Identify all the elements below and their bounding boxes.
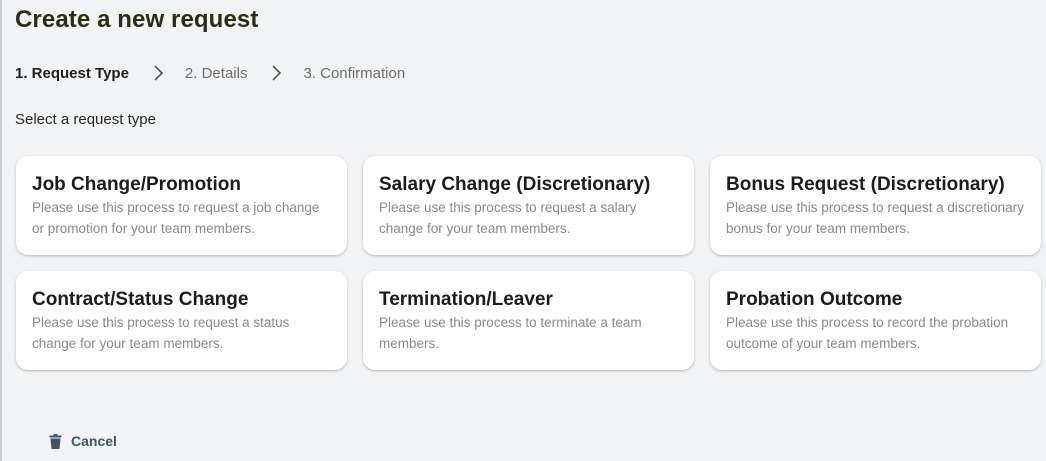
request-card-title: Probation Outcome [726, 289, 903, 310]
request-card-description: Please use this process to request a sta… [32, 315, 290, 351]
request-card-bonus-request[interactable]: Bonus Request (Discretionary) Please use… [710, 156, 1041, 255]
request-card-title: Termination/Leaver [379, 289, 553, 310]
request-card-description: Please use this process to record the pr… [726, 315, 1009, 351]
cancel-label: Cancel [71, 433, 117, 449]
step-request-type: 1. Request Type [15, 64, 129, 82]
cancel-button[interactable]: Cancel [49, 433, 117, 449]
request-card-title: Bonus Request (Discretionary) [726, 174, 1005, 195]
page-title: Create a new request [15, 6, 259, 33]
request-card-description: Please use this process to terminate a t… [379, 315, 642, 351]
request-card-title: Salary Change (Discretionary) [379, 174, 651, 195]
chevron-right-icon [149, 64, 167, 82]
request-card-description: Please use this process to request a sal… [379, 200, 637, 236]
trash-icon [49, 433, 62, 449]
step-details: 2. Details [184, 64, 248, 82]
request-card-termination-leaver[interactable]: Termination/Leaver Please use this proce… [363, 271, 694, 370]
request-card-title: Job Change/Promotion [32, 174, 241, 195]
request-card-salary-change[interactable]: Salary Change (Discretionary) Please use… [363, 156, 694, 255]
step-confirmation: 3. Confirmation [303, 64, 406, 82]
request-card-job-change[interactable]: Job Change/Promotion Please use this pro… [16, 156, 347, 255]
select-request-type-prompt: Select a request type [15, 111, 156, 128]
request-card-description: Please use this process to request a job… [32, 200, 320, 236]
request-type-grid: Job Change/Promotion Please use this pro… [16, 156, 1041, 370]
request-card-title: Contract/Status Change [32, 289, 249, 310]
request-card-description: Please use this process to request a dis… [726, 200, 1024, 236]
request-card-contract-status-change[interactable]: Contract/Status Change Please use this p… [16, 271, 347, 370]
request-card-probation-outcome[interactable]: Probation Outcome Please use this proces… [710, 271, 1041, 370]
stepper: 1. Request Type 2. Details 3. Confirmati… [15, 62, 405, 84]
chevron-right-icon [267, 64, 285, 82]
